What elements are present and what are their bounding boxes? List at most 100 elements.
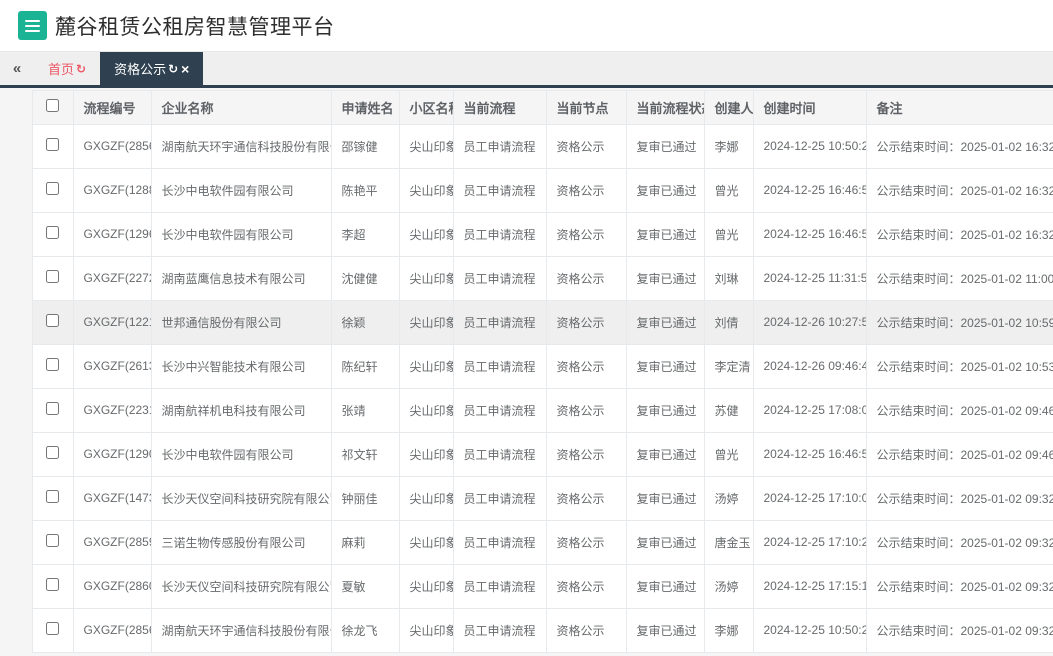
row-checkbox[interactable] xyxy=(46,446,60,459)
cell-creator: 苏健 xyxy=(704,388,754,433)
cell-created: 2024-12-26 10:27:58 xyxy=(753,300,867,345)
cell-community: 尖山印象 xyxy=(399,168,454,213)
cell-process: 员工申请流程 xyxy=(453,476,547,521)
row-checkbox[interactable] xyxy=(46,622,60,635)
cell-node: 资格公示 xyxy=(546,256,627,301)
cell-company: 湖南航祥机电科技有限公司 xyxy=(151,388,332,433)
column-header-2: 申请姓名 xyxy=(331,91,400,125)
select-all-header-cell xyxy=(33,91,74,125)
column-header-6: 当前流程状态 xyxy=(626,91,705,125)
cell-company: 世邦通信股份有限公司 xyxy=(151,300,332,345)
refresh-icon[interactable]: ↻ xyxy=(168,62,178,76)
cell-creator: 刘倩 xyxy=(704,300,754,345)
cell-process: 员工申请流程 xyxy=(453,344,547,389)
cell-node: 资格公示 xyxy=(546,608,627,653)
cell-node: 资格公示 xyxy=(546,300,627,345)
cell-created: 2024-12-25 16:46:50 xyxy=(753,432,867,477)
table-row[interactable]: GXGZF(1290)长沙中电软件园有限公司祁文轩尖山印象员工申请流程资格公示复… xyxy=(33,432,1053,477)
cell-created: 2024-12-25 17:15:11 xyxy=(753,564,867,609)
cell-node: 资格公示 xyxy=(546,388,627,433)
cell-applicant: 徐颖 xyxy=(331,300,400,345)
cell-applicant: 祁文轩 xyxy=(331,432,400,477)
collapse-tabs-icon[interactable]: « xyxy=(0,52,34,85)
cell-applicant: 邵镓健 xyxy=(331,124,400,169)
cell-status: 复审已通过 xyxy=(626,300,705,345)
cell-id: GXGZF(14732) xyxy=(73,476,152,521)
cell-company: 长沙中电软件园有限公司 xyxy=(151,432,332,477)
cell-applicant: 沈健健 xyxy=(331,256,400,301)
cell-applicant: 陈纪轩 xyxy=(331,344,400,389)
cell-applicant: 徐龙飞 xyxy=(331,608,400,653)
row-checkbox-cell xyxy=(33,520,74,565)
cell-node: 资格公示 xyxy=(546,520,627,565)
cell-created: 2024-12-26 09:46:43 xyxy=(753,344,867,389)
row-checkbox[interactable] xyxy=(46,490,60,503)
cell-node: 资格公示 xyxy=(546,124,627,169)
row-checkbox[interactable] xyxy=(46,182,60,195)
cell-creator: 曾光 xyxy=(704,432,754,477)
cell-node: 资格公示 xyxy=(546,564,627,609)
table-row[interactable]: GXGZF(12212)世邦通信股份有限公司徐颖尖山印象员工申请流程资格公示复审… xyxy=(33,300,1053,345)
cell-created: 2024-12-25 16:46:50 xyxy=(753,168,867,213)
cell-creator: 李娜 xyxy=(704,608,754,653)
table-row[interactable]: GXGZF(1288)长沙中电软件园有限公司陈艳平尖山印象员工申请流程资格公示复… xyxy=(33,168,1053,213)
hamburger-icon xyxy=(25,19,40,22)
cell-created: 2024-12-25 17:08:02 xyxy=(753,388,867,433)
cell-creator: 唐金玉 xyxy=(704,520,754,565)
table-row[interactable]: GXGZF(28604)长沙天仪空间科技研究院有限公司夏敏尖山印象员工申请流程资… xyxy=(33,564,1053,609)
row-checkbox[interactable] xyxy=(46,226,60,239)
row-checkbox[interactable] xyxy=(46,314,60,327)
row-checkbox[interactable] xyxy=(46,578,60,591)
cell-community: 尖山印象 xyxy=(399,564,454,609)
cell-status: 复审已通过 xyxy=(626,124,705,169)
table-row[interactable]: GXGZF(28563)湖南航天环宇通信科技股份有限公司邵镓健尖山印象员工申请流… xyxy=(33,124,1053,169)
select-all-checkbox[interactable] xyxy=(46,99,60,113)
cell-node: 资格公示 xyxy=(546,212,627,257)
row-checkbox[interactable] xyxy=(46,402,60,415)
cell-process: 员工申请流程 xyxy=(453,608,547,653)
table-row[interactable]: GXGZF(22729)湖南蓝鹰信息技术有限公司沈健健尖山印象员工申请流程资格公… xyxy=(33,256,1053,301)
table-row[interactable]: GXGZF(26131)长沙中兴智能技术有限公司陈纪轩尖山印象员工申请流程资格公… xyxy=(33,344,1053,389)
cell-created: 2024-12-25 10:50:23 xyxy=(753,124,867,169)
tab-home[interactable]: 首页 ↻ xyxy=(34,52,100,85)
cell-company: 长沙中电软件园有限公司 xyxy=(151,168,332,213)
column-header-3: 小区名称 xyxy=(399,91,454,125)
cell-company: 湖南航天环宇通信科技股份有限公司 xyxy=(151,608,332,653)
row-checkbox-cell xyxy=(33,124,74,169)
table-row[interactable]: GXGZF(22310)湖南航祥机电科技有限公司张靖尖山印象员工申请流程资格公示… xyxy=(33,388,1053,433)
cell-id: GXGZF(1290) xyxy=(73,432,152,477)
table-row[interactable]: GXGZF(28597)三诺生物传感股份有限公司麻莉尖山印象员工申请流程资格公示… xyxy=(33,520,1053,565)
close-icon[interactable]: × xyxy=(181,62,189,76)
cell-creator: 李娜 xyxy=(704,124,754,169)
tab-qualification-publicity[interactable]: 资格公示 ↻ × xyxy=(100,52,204,85)
row-checkbox[interactable] xyxy=(46,270,60,283)
hamburger-menu-button[interactable] xyxy=(18,11,47,40)
cell-company: 长沙中电软件园有限公司 xyxy=(151,212,332,257)
tab-qualification-label: 资格公示 xyxy=(114,62,167,77)
app-header: 麓谷租赁公租房智慧管理平台 xyxy=(0,0,1053,52)
table-row[interactable]: GXGZF(28567)湖南航天环宇通信科技股份有限公司徐龙飞尖山印象员工申请流… xyxy=(33,608,1053,653)
cell-status: 复审已通过 xyxy=(626,212,705,257)
cell-process: 员工申请流程 xyxy=(453,520,547,565)
cell-status: 复审已通过 xyxy=(626,168,705,213)
tab-home-label: 首页 xyxy=(48,62,75,77)
cell-process: 员工申请流程 xyxy=(453,168,547,213)
table-row[interactable]: GXGZF(1296)长沙中电软件园有限公司李超尖山印象员工申请流程资格公示复审… xyxy=(33,212,1053,257)
row-checkbox[interactable] xyxy=(46,138,60,151)
cell-id: GXGZF(22310) xyxy=(73,388,152,433)
cell-status: 复审已通过 xyxy=(626,256,705,301)
cell-company: 长沙中兴智能技术有限公司 xyxy=(151,344,332,389)
row-checkbox[interactable] xyxy=(46,358,60,371)
refresh-icon[interactable]: ↻ xyxy=(76,62,86,76)
cell-remark: 公示结束时间：2025-01-02 16:32:12 xyxy=(866,212,1053,257)
row-checkbox-cell xyxy=(33,344,74,389)
cell-id: GXGZF(28604) xyxy=(73,564,152,609)
row-checkbox-cell xyxy=(33,564,74,609)
cell-status: 复审已通过 xyxy=(626,344,705,389)
cell-company: 湖南航天环宇通信科技股份有限公司 xyxy=(151,124,332,169)
row-checkbox[interactable] xyxy=(46,534,60,547)
cell-community: 尖山印象 xyxy=(399,432,454,477)
cell-community: 尖山印象 xyxy=(399,520,454,565)
column-header-7: 创建人 xyxy=(704,91,754,125)
table-row[interactable]: GXGZF(14732)长沙天仪空间科技研究院有限公司钟丽佳尖山印象员工申请流程… xyxy=(33,476,1053,521)
